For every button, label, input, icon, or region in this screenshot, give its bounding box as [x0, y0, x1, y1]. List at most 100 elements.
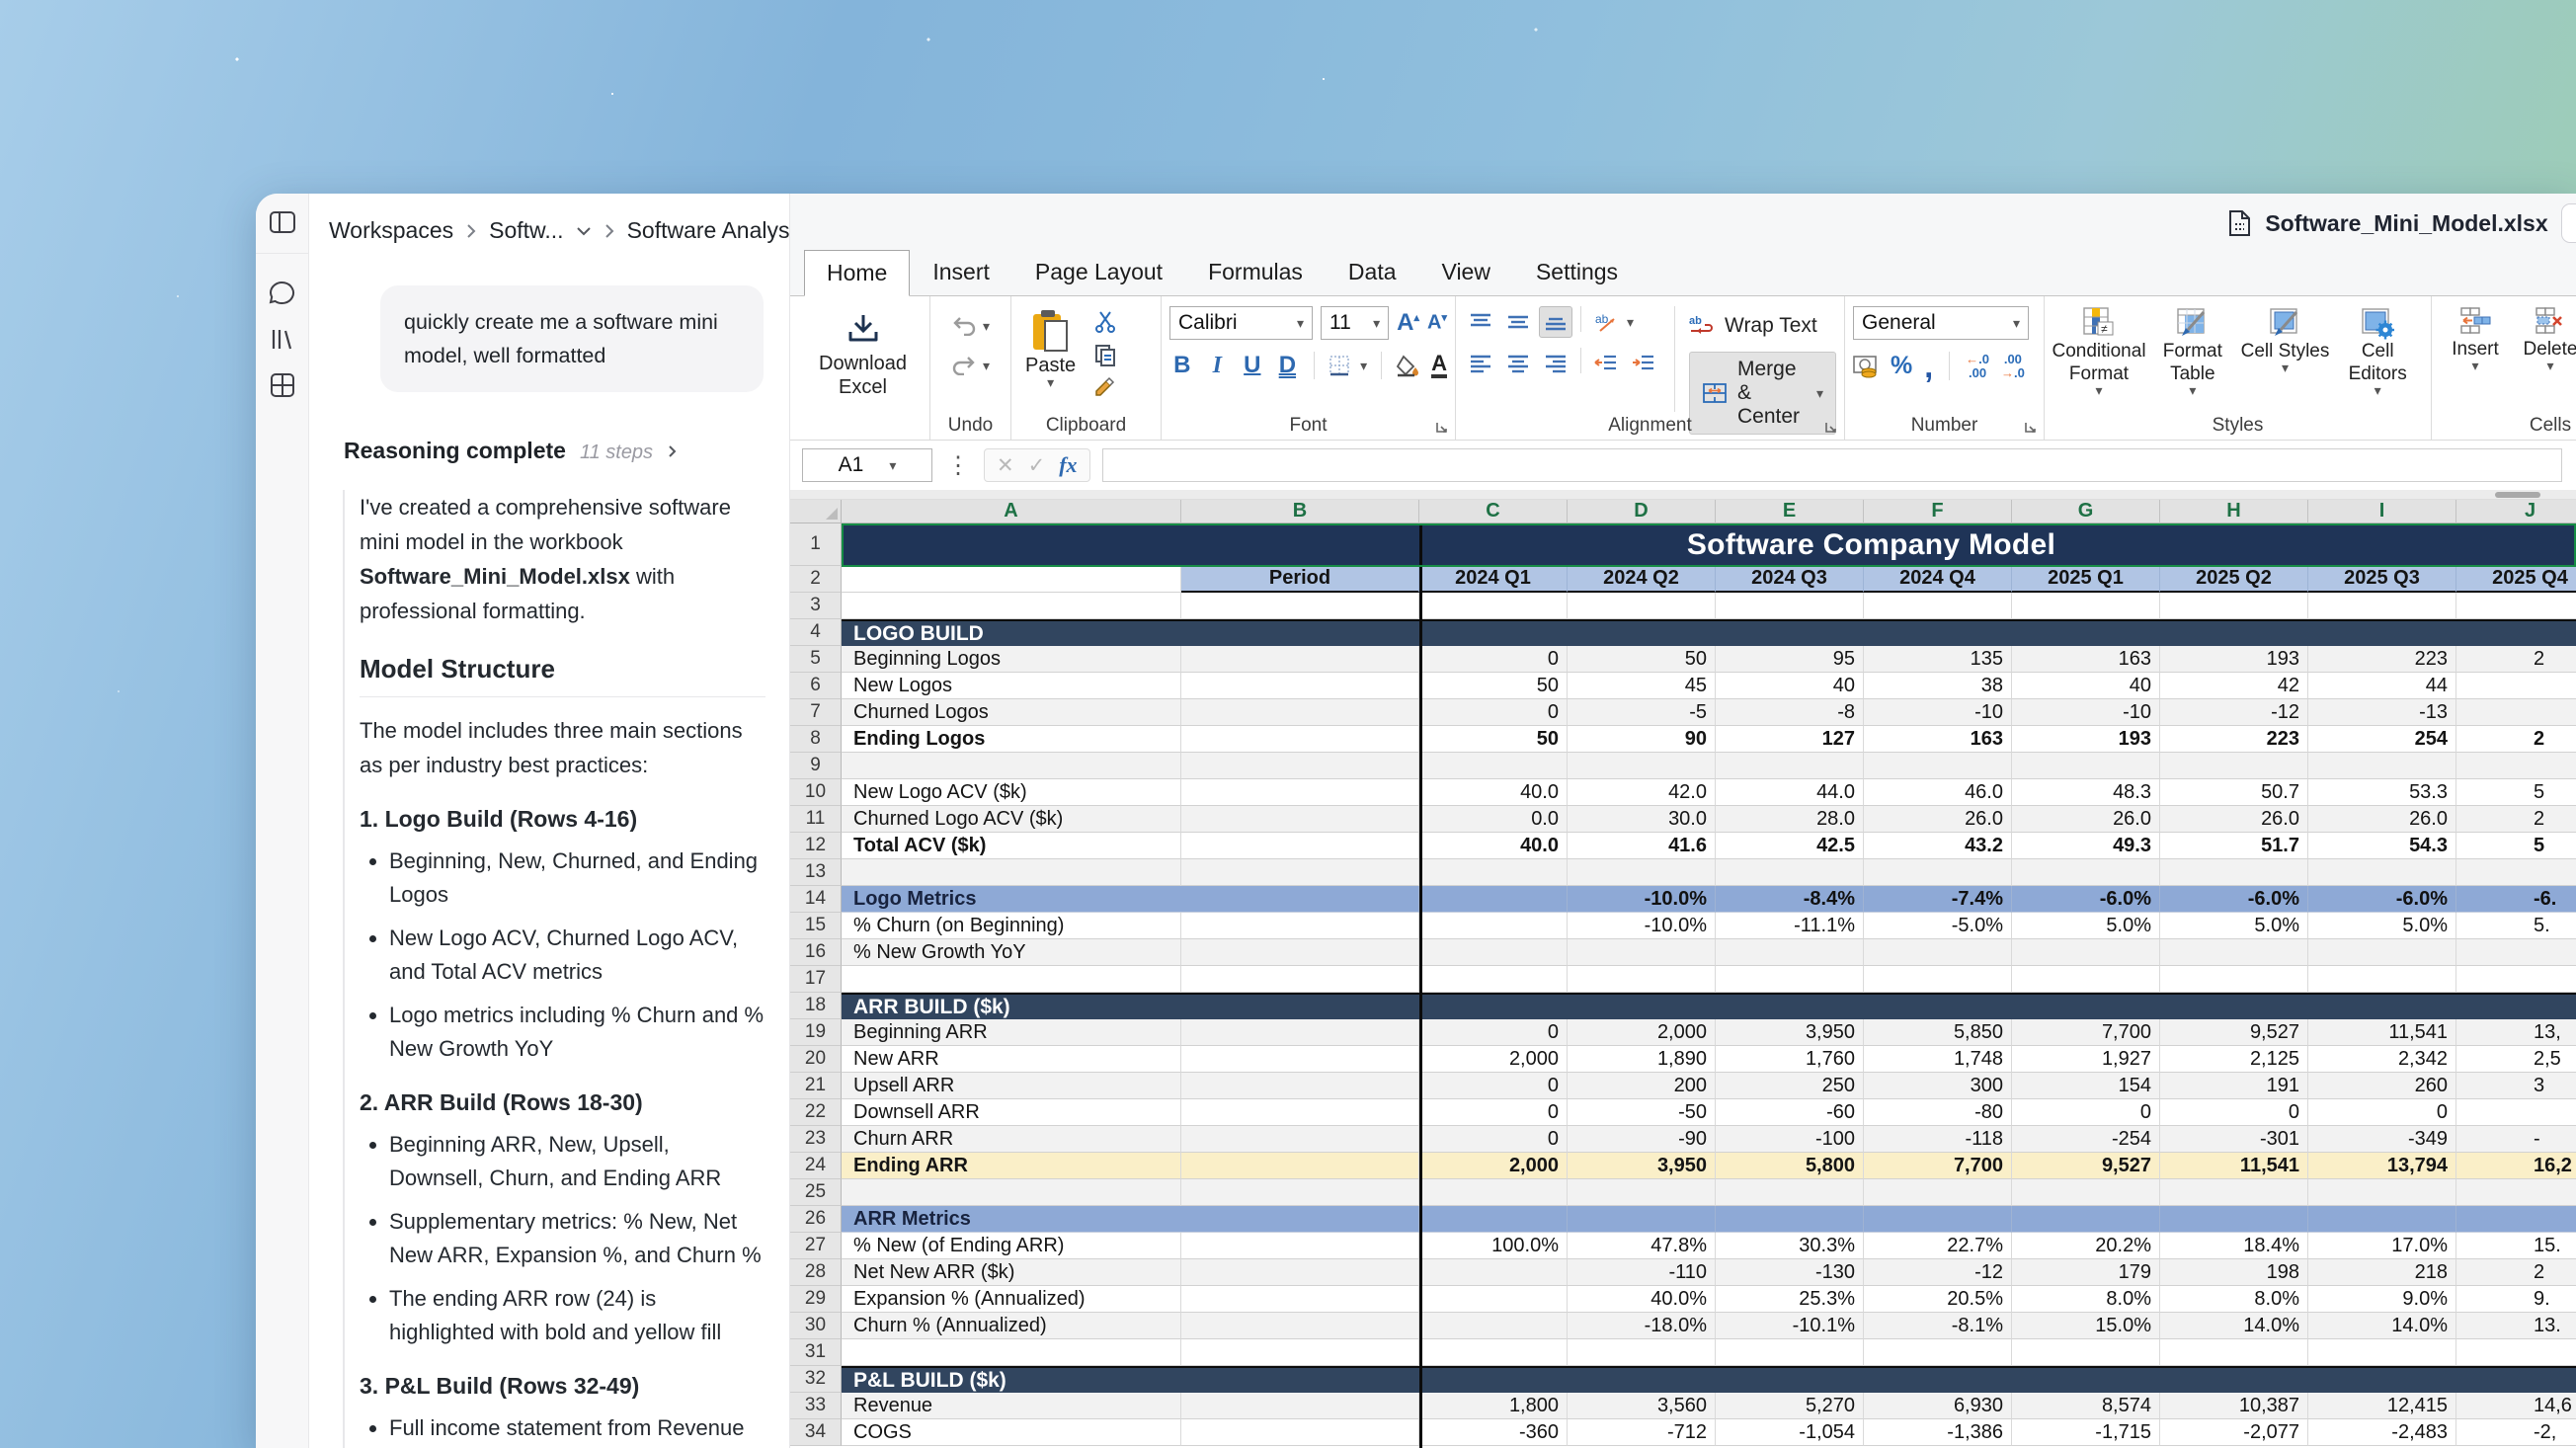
row-header-22[interactable]: 22	[790, 1099, 842, 1126]
cell[interactable]: 260	[2308, 1073, 2456, 1099]
cell[interactable]: 2,342	[2308, 1046, 2456, 1073]
chat-icon[interactable]	[268, 278, 297, 307]
cell[interactable]: 0	[1419, 1099, 1568, 1126]
alignment-dialog-launcher-icon[interactable]	[1824, 421, 1837, 434]
cell[interactable]	[1181, 1073, 1419, 1099]
cell[interactable]: 40.0	[1419, 779, 1568, 806]
cell[interactable]	[1181, 833, 1419, 859]
row-label-cell[interactable]: % Churn (on Beginning)	[842, 913, 1181, 939]
increase-indent-icon[interactable]	[1627, 348, 1660, 379]
cell[interactable]: 200	[1568, 1073, 1716, 1099]
align-left-icon[interactable]	[1464, 348, 1497, 379]
cell[interactable]	[2012, 753, 2160, 779]
increase-font-icon[interactable]: A▴	[1397, 309, 1419, 337]
row-header-34[interactable]: 34	[790, 1419, 842, 1446]
cell[interactable]: 14.0%	[2160, 1313, 2308, 1339]
kebab-menu-icon[interactable]: ⋮	[944, 451, 972, 480]
cell[interactable]	[1568, 1179, 1716, 1206]
cell[interactable]	[2160, 859, 2308, 886]
quarter-header-cell[interactable]: 2025 Q1	[2012, 566, 2160, 593]
cell[interactable]: 12,415	[2308, 1393, 2456, 1419]
cell[interactable]	[1419, 886, 1568, 913]
cell[interactable]	[1864, 966, 2012, 993]
cell[interactable]: 223	[2308, 646, 2456, 673]
cell[interactable]: 38	[1864, 673, 2012, 699]
row-header-1[interactable]: 1	[790, 523, 842, 566]
cell[interactable]: 26.0	[2012, 806, 2160, 833]
tab-formulas[interactable]: Formulas	[1185, 249, 1326, 295]
double-underline-button[interactable]: D	[1275, 352, 1301, 379]
cancel-entry-icon[interactable]: ✕	[997, 453, 1014, 478]
row-header-7[interactable]: 7	[790, 699, 842, 726]
cell[interactable]	[1181, 726, 1419, 753]
italic-button[interactable]: I	[1205, 353, 1231, 379]
formula-input[interactable]	[1102, 448, 2562, 482]
row-label-cell[interactable]: Beginning ARR	[842, 1019, 1181, 1046]
row-header-31[interactable]: 31	[790, 1339, 842, 1366]
cell[interactable]	[1419, 939, 1568, 966]
redo-dropdown-caret[interactable]: ▾	[983, 361, 990, 370]
orientation-dropdown-caret[interactable]: ▾	[1627, 317, 1634, 327]
cell[interactable]	[1864, 753, 2012, 779]
cell[interactable]: 2,000	[1419, 1046, 1568, 1073]
cell[interactable]: 0	[2160, 1099, 2308, 1126]
cell[interactable]	[2456, 1206, 2576, 1233]
cut-icon[interactable]	[1093, 310, 1117, 334]
cell[interactable]: -12	[1864, 1259, 2012, 1286]
align-middle-icon[interactable]	[1501, 306, 1535, 338]
row-label-cell[interactable]: Churn ARR	[842, 1126, 1181, 1153]
cell[interactable]	[1419, 1206, 1568, 1233]
cell[interactable]	[2012, 939, 2160, 966]
quarter-header-cell[interactable]: 2025 Q2	[2160, 566, 2308, 593]
cell[interactable]	[1716, 1179, 1864, 1206]
row-header-33[interactable]: 33	[790, 1393, 842, 1419]
cell[interactable]	[2012, 1179, 2160, 1206]
cell[interactable]	[1181, 1099, 1419, 1126]
cell[interactable]: 14,6	[2456, 1393, 2576, 1419]
column-header-J[interactable]: J	[2456, 500, 2576, 523]
cell[interactable]: 5,850	[1864, 1019, 2012, 1046]
cell[interactable]: 53.3	[2308, 779, 2456, 806]
cell[interactable]: -13	[2308, 699, 2456, 726]
cell[interactable]: -1,054	[1716, 1419, 1864, 1446]
row-label-cell[interactable]: Churn % (Annualized)	[842, 1313, 1181, 1339]
cell[interactable]: -110	[1568, 1259, 1716, 1286]
font-family-select[interactable]: Calibri▾	[1169, 306, 1313, 340]
cell[interactable]: 179	[2012, 1259, 2160, 1286]
cell[interactable]	[1716, 966, 1864, 993]
section-header-cell[interactable]: P&L BUILD ($k)	[842, 1366, 2576, 1393]
cell[interactable]	[1716, 593, 1864, 619]
align-bottom-icon[interactable]	[1539, 306, 1572, 338]
cell[interactable]	[842, 859, 1181, 886]
row-header-28[interactable]: 28	[790, 1259, 842, 1286]
number-format-select[interactable]: General▾	[1853, 306, 2029, 340]
cell[interactable]: 0	[1419, 646, 1568, 673]
apps-grid-icon[interactable]	[268, 370, 297, 400]
cell[interactable]	[1419, 859, 1568, 886]
row-header-32[interactable]: 32	[790, 1366, 842, 1393]
bold-button[interactable]: B	[1169, 352, 1195, 379]
cell[interactable]: 198	[2160, 1259, 2308, 1286]
download-excel-button[interactable]: Download Excel	[804, 306, 922, 403]
row-label-cell[interactable]: Net New ARR ($k)	[842, 1259, 1181, 1286]
cell[interactable]	[1568, 593, 1716, 619]
cell[interactable]: -10.0%	[1568, 886, 1716, 913]
section-header-cell[interactable]: ARR BUILD ($k)	[842, 993, 2576, 1019]
cell[interactable]	[1568, 966, 1716, 993]
row-header-17[interactable]: 17	[790, 966, 842, 993]
cell[interactable]: 1,927	[2012, 1046, 2160, 1073]
quarter-header-cell[interactable]: 2024 Q2	[1568, 566, 1716, 593]
confirm-entry-icon[interactable]: ✓	[1028, 453, 1046, 478]
increase-decimal-icon[interactable]: ←.0.00	[1966, 353, 1989, 380]
conditional-format-button[interactable]: ≠ Conditional Format ▾	[2053, 306, 2145, 412]
cell[interactable]: -254	[2012, 1126, 2160, 1153]
cell[interactable]: 26.0	[1864, 806, 2012, 833]
decrease-font-icon[interactable]: A▾	[1427, 311, 1447, 335]
cell[interactable]: 50.7	[2160, 779, 2308, 806]
row-label-cell[interactable]: % New (of Ending ARR)	[842, 1233, 1181, 1259]
cell[interactable]: -6.0%	[2160, 886, 2308, 913]
cell[interactable]	[2308, 593, 2456, 619]
cell[interactable]	[2308, 753, 2456, 779]
cell[interactable]	[2160, 966, 2308, 993]
cell[interactable]: 5,800	[1716, 1153, 1864, 1179]
